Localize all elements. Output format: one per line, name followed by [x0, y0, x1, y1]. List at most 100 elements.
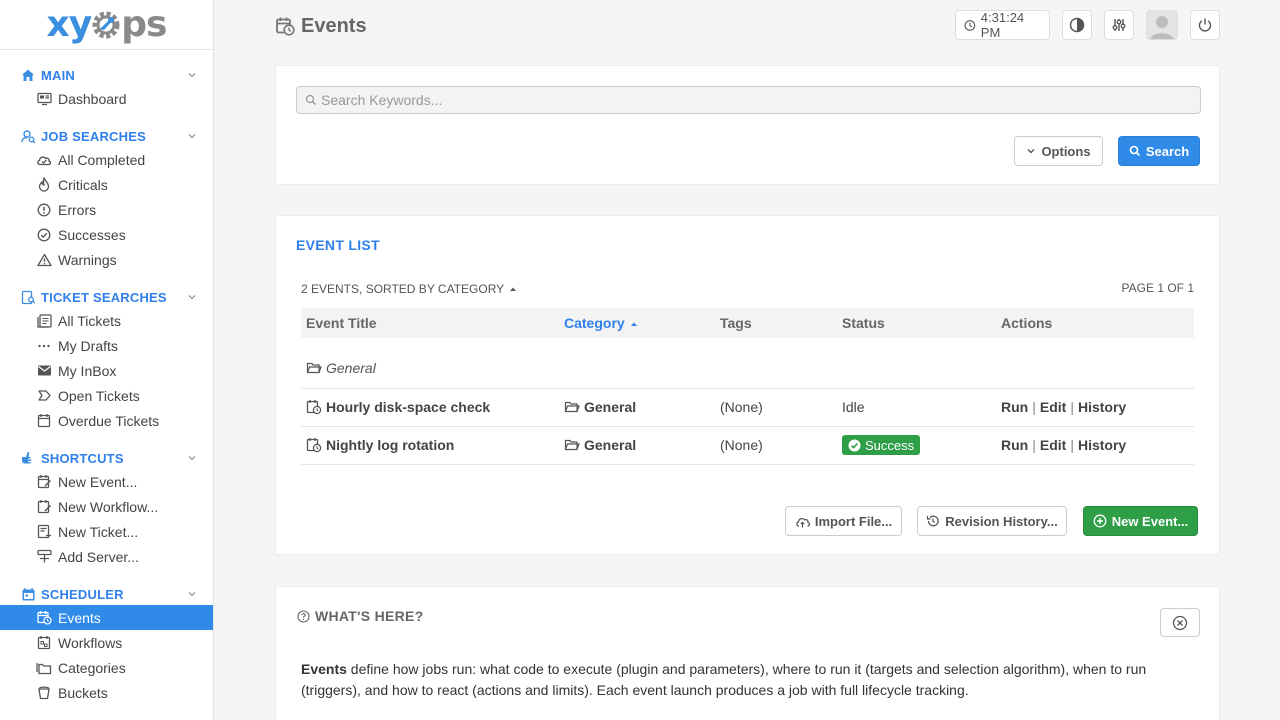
event-category-name: General	[584, 437, 637, 453]
server-add-icon	[36, 549, 52, 565]
contrast-icon	[1069, 17, 1085, 33]
chevron-down-icon[interactable]	[187, 292, 197, 302]
close-help-button[interactable]	[1160, 608, 1200, 637]
sidebar-item-my-drafts[interactable]: My Drafts	[0, 333, 213, 358]
search-icon	[305, 94, 316, 105]
sidebar-section-header-job-searches[interactable]: JOB SEARCHES	[0, 125, 213, 147]
sidebar-section-title: SHORTCUTS	[41, 450, 124, 466]
sidebar-item-label: New Event...	[58, 473, 138, 490]
column-header-event-title[interactable]: Event Title	[301, 308, 559, 338]
chevron-down-icon[interactable]	[187, 589, 197, 599]
sort-up-icon	[510, 287, 517, 291]
page-info: PAGE 1 OF 1	[1121, 281, 1194, 295]
sidebar-item-add-server[interactable]: Add Server...	[0, 544, 213, 569]
edit-link[interactable]: Edit	[1040, 437, 1066, 453]
logout-button[interactable]	[1190, 10, 1220, 40]
sidebar-section-header-shortcuts[interactable]: SHORTCUTS	[0, 447, 213, 469]
folder-open-icon	[564, 439, 580, 451]
job-search-icon	[20, 128, 36, 144]
scheduler-icon	[20, 586, 36, 602]
avatar[interactable]	[1146, 10, 1178, 40]
new-event-button[interactable]: New Event...	[1083, 506, 1198, 536]
event-category-name: General	[584, 399, 637, 415]
event-category[interactable]: General	[564, 399, 715, 415]
dashboard-icon	[36, 91, 52, 107]
options-button[interactable]: Options	[1014, 136, 1103, 166]
event-status: Idle	[837, 388, 996, 427]
calendar-clock-icon	[306, 438, 322, 453]
pointer-icon	[20, 450, 36, 466]
event-list-title: EVENT LIST	[296, 237, 380, 253]
sidebar-item-label: Categories	[58, 659, 126, 676]
calendar-edit-icon	[36, 474, 52, 490]
inbox-icon	[36, 363, 52, 379]
event-title-link[interactable]: Nightly log rotation	[306, 437, 559, 453]
sidebar-item-dashboard[interactable]: Dashboard	[0, 86, 213, 111]
sidebar-section-header-main[interactable]: MAIN	[0, 64, 213, 86]
run-link[interactable]: Run	[1001, 399, 1028, 415]
sidebar-item-label: New Workflow...	[58, 498, 159, 515]
revision-history-button[interactable]: Revision History...	[917, 506, 1067, 536]
event-list-meta[interactable]: 2 EVENTS, SORTED BY CATEGORY	[301, 282, 518, 296]
warning-icon	[36, 252, 52, 268]
separator: |	[1070, 437, 1074, 453]
sidebar-section-header-ticket-searches[interactable]: TICKET SEARCHES	[0, 286, 213, 308]
event-title-link[interactable]: Hourly disk-space check	[306, 399, 559, 415]
sidebar-section-header-scheduler[interactable]: SCHEDULER	[0, 583, 213, 605]
column-header-category[interactable]: Category	[559, 308, 715, 338]
help-panel: WHAT'S HERE? Events define how jobs run:…	[275, 586, 1220, 720]
import-file-label: Import File...	[814, 513, 893, 529]
sidebar-item-label: Open Tickets	[58, 387, 140, 404]
sidebar-item-new-ticket[interactable]: New Ticket...	[0, 519, 213, 544]
sidebar-item-label: Dashboard	[58, 90, 127, 107]
sidebar-item-categories[interactable]: Categories	[0, 655, 213, 680]
sidebar-item-all-completed[interactable]: All Completed	[0, 147, 213, 172]
sidebar-item-criticals[interactable]: Criticals	[0, 172, 213, 197]
ticket-search-icon	[20, 289, 36, 305]
sidebar-item-buckets[interactable]: Buckets	[0, 680, 213, 705]
event-tags: (None)	[715, 388, 837, 427]
search-input[interactable]	[321, 92, 1181, 108]
table-row: Hourly disk-space check General (None) I…	[301, 388, 1194, 427]
workflow-icon	[36, 635, 52, 651]
import-file-button[interactable]: Import File...	[785, 506, 902, 536]
cloud-upload-icon	[796, 517, 810, 527]
chevron-down-icon[interactable]	[187, 131, 197, 141]
clock-button[interactable]: 4:31:24 PM	[955, 10, 1050, 40]
logo[interactable]: xy ps	[0, 0, 213, 50]
theme-toggle-button[interactable]	[1062, 10, 1092, 40]
sidebar-item-label: Errors	[58, 201, 97, 218]
sidebar-item-open-tickets[interactable]: Open Tickets	[0, 383, 213, 408]
column-header-tags[interactable]: Tags	[715, 308, 837, 338]
run-link[interactable]: Run	[1001, 437, 1028, 453]
sidebar-item-new-workflow[interactable]: New Workflow...	[0, 494, 213, 519]
sidebar-item-new-event[interactable]: New Event...	[0, 469, 213, 494]
help-title: WHAT'S HERE?	[297, 608, 424, 624]
chevron-down-icon[interactable]	[187, 453, 197, 463]
sidebar-item-warnings[interactable]: Warnings	[0, 247, 213, 272]
chevron-down-icon[interactable]	[187, 70, 197, 80]
sidebar-item-successes[interactable]: Successes	[0, 222, 213, 247]
sidebar-item-events[interactable]: Events	[0, 605, 213, 630]
sidebar-section-scheduler: SCHEDULER Events Workflows Categories Bu…	[0, 569, 213, 705]
separator: |	[1070, 399, 1074, 415]
sidebar-item-all-tickets[interactable]: All Tickets	[0, 308, 213, 333]
search-button[interactable]: Search	[1118, 136, 1200, 166]
calendar-icon	[36, 413, 52, 429]
edit-link[interactable]: Edit	[1040, 399, 1066, 415]
sidebar-item-workflows[interactable]: Workflows	[0, 630, 213, 655]
sidebar-item-errors[interactable]: Errors	[0, 197, 213, 222]
calendar-clock-icon	[276, 17, 295, 36]
settings-button[interactable]	[1104, 10, 1134, 40]
history-link[interactable]: History	[1078, 437, 1126, 453]
sidebar-item-label: Buckets	[58, 684, 108, 701]
sidebar-section-main: MAIN Dashboard	[0, 50, 213, 111]
sidebar-item-overdue-tickets[interactable]: Overdue Tickets	[0, 408, 213, 433]
sidebar-item-my-inbox[interactable]: My InBox	[0, 358, 213, 383]
gear-logo-icon	[92, 11, 120, 38]
home-icon	[20, 67, 36, 83]
event-category[interactable]: General	[564, 437, 715, 453]
history-link[interactable]: History	[1078, 399, 1126, 415]
sidebar-section-shortcuts: SHORTCUTS New Event... New Workflow... N…	[0, 433, 213, 569]
column-header-status[interactable]: Status	[837, 308, 996, 338]
